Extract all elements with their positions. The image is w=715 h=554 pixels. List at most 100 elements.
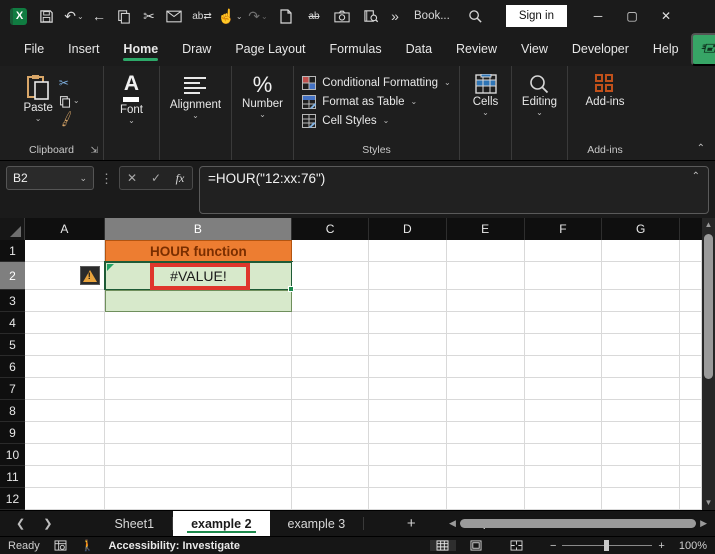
cell-b1[interactable]: HOUR function bbox=[104, 240, 293, 262]
cell-d6[interactable] bbox=[368, 356, 447, 378]
cell-d2[interactable] bbox=[368, 262, 447, 290]
copy-button[interactable]: ⌄ bbox=[59, 94, 80, 108]
email-icon[interactable] bbox=[162, 4, 186, 28]
cell-h10[interactable] bbox=[680, 444, 702, 466]
back-arrow-icon[interactable]: ← bbox=[90, 4, 108, 28]
cell-c11[interactable] bbox=[292, 466, 369, 488]
cell-a5[interactable] bbox=[24, 334, 105, 356]
excel-logo-icon[interactable]: X bbox=[6, 4, 30, 28]
column-header-g[interactable]: G bbox=[602, 218, 681, 240]
cell-d11[interactable] bbox=[368, 466, 447, 488]
cells-button[interactable]: Cells ⌄ bbox=[473, 74, 498, 117]
cell-c12[interactable] bbox=[292, 488, 369, 510]
cell-e4[interactable] bbox=[446, 312, 525, 334]
cell-g1[interactable] bbox=[602, 240, 681, 262]
cell-a6[interactable] bbox=[24, 356, 105, 378]
clipboard-dialog-launcher-icon[interactable]: ⇲ bbox=[90, 145, 98, 156]
cell-g9[interactable] bbox=[602, 422, 681, 444]
find-replace-icon[interactable]: ab⇄ bbox=[190, 4, 214, 28]
cell-a8[interactable] bbox=[24, 400, 105, 422]
cell-b9[interactable] bbox=[104, 422, 293, 444]
cell-f1[interactable] bbox=[524, 240, 603, 262]
save-icon[interactable] bbox=[34, 4, 58, 28]
row-header-2[interactable]: 2 bbox=[0, 262, 25, 290]
cell-g7[interactable] bbox=[602, 378, 681, 400]
cut-icon[interactable]: ✂ bbox=[140, 4, 158, 28]
cell-b3[interactable] bbox=[104, 290, 293, 312]
cell-d7[interactable] bbox=[368, 378, 447, 400]
cell-g11[interactable] bbox=[602, 466, 681, 488]
cell-a2[interactable] bbox=[24, 262, 105, 290]
cell-d4[interactable] bbox=[368, 312, 447, 334]
search-icon[interactable] bbox=[464, 4, 488, 28]
cell-h9[interactable] bbox=[680, 422, 702, 444]
cell-f3[interactable] bbox=[524, 290, 603, 312]
zoom-out-icon[interactable]: − bbox=[550, 540, 556, 552]
cell-f12[interactable] bbox=[524, 488, 603, 510]
column-header-a[interactable]: A bbox=[25, 218, 105, 240]
row-header-9[interactable]: 9 bbox=[0, 422, 25, 444]
cancel-icon[interactable]: ✕ bbox=[120, 171, 144, 185]
accessibility-checker-icon[interactable]: 🚶 bbox=[81, 539, 95, 552]
formula-input[interactable]: =HOUR("12:xx:76") ⌃ bbox=[199, 166, 709, 214]
cell-e6[interactable] bbox=[446, 356, 525, 378]
cell-g5[interactable] bbox=[602, 334, 681, 356]
format-painter-button[interactable]: 🖌 bbox=[57, 110, 80, 128]
cell-a9[interactable] bbox=[24, 422, 105, 444]
cell-d12[interactable] bbox=[368, 488, 447, 510]
cell-b12[interactable] bbox=[104, 488, 293, 510]
row-header-10[interactable]: 10 bbox=[0, 444, 25, 466]
cell-f6[interactable] bbox=[524, 356, 603, 378]
cell-h8[interactable] bbox=[680, 400, 702, 422]
horizontal-scrollbar-thumb[interactable] bbox=[459, 519, 697, 528]
sign-in-button[interactable]: Sign in bbox=[505, 5, 567, 27]
cell-g10[interactable] bbox=[602, 444, 681, 466]
cell-h2[interactable] bbox=[680, 262, 703, 290]
zoom-slider[interactable]: − + bbox=[550, 540, 665, 552]
column-header-partial[interactable] bbox=[680, 218, 702, 240]
select-all-corner[interactable] bbox=[0, 218, 25, 240]
cell-f10[interactable] bbox=[524, 444, 603, 466]
camera-icon[interactable] bbox=[330, 4, 354, 28]
cell-f4[interactable] bbox=[524, 312, 603, 334]
cut-button[interactable]: ✂ bbox=[59, 76, 80, 90]
row-header-1[interactable]: 1 bbox=[0, 240, 25, 262]
cell-g3[interactable] bbox=[602, 290, 681, 312]
cell-styles-button[interactable]: Cell Styles ⌄ bbox=[302, 114, 389, 128]
cell-g8[interactable] bbox=[602, 400, 681, 422]
cell-a11[interactable] bbox=[24, 466, 105, 488]
column-header-b[interactable]: B bbox=[104, 218, 293, 240]
cell-e1[interactable] bbox=[446, 240, 525, 262]
conditional-formatting-button[interactable]: Conditional Formatting ⌄ bbox=[302, 76, 451, 90]
cell-e5[interactable] bbox=[446, 334, 525, 356]
cell-f2[interactable] bbox=[524, 262, 603, 290]
cell-c4[interactable] bbox=[292, 312, 369, 334]
cell-d1[interactable] bbox=[368, 240, 447, 262]
cell-h7[interactable] bbox=[680, 378, 702, 400]
horizontal-scrollbar[interactable]: ◀ ▶ bbox=[449, 516, 707, 531]
paste-button[interactable]: Paste ⌄ bbox=[23, 74, 53, 126]
cell-a3[interactable] bbox=[24, 290, 105, 312]
cell-c9[interactable] bbox=[292, 422, 369, 444]
cell-d5[interactable] bbox=[368, 334, 447, 356]
redo-icon[interactable]: ↷ ⌄ bbox=[246, 4, 270, 28]
cell-d9[interactable] bbox=[368, 422, 447, 444]
next-sheet-icon[interactable]: ❯ bbox=[43, 517, 52, 530]
cell-d10[interactable] bbox=[368, 444, 447, 466]
enter-icon[interactable]: ✓ bbox=[144, 171, 168, 185]
row-header-5[interactable]: 5 bbox=[0, 334, 25, 356]
zoom-level[interactable]: 100% bbox=[679, 540, 707, 552]
sheet-tab-sheet1[interactable]: Sheet1 bbox=[96, 511, 172, 536]
row-header-8[interactable]: 8 bbox=[0, 400, 25, 422]
cell-g6[interactable] bbox=[602, 356, 681, 378]
cell-e3[interactable] bbox=[446, 290, 525, 312]
cell-g12[interactable] bbox=[602, 488, 681, 510]
cell-c7[interactable] bbox=[292, 378, 369, 400]
cell-c3[interactable] bbox=[292, 290, 369, 312]
cell-c8[interactable] bbox=[292, 400, 369, 422]
lookup-book-icon[interactable] bbox=[358, 4, 382, 28]
cell-d8[interactable] bbox=[368, 400, 447, 422]
cell-c5[interactable] bbox=[292, 334, 369, 356]
tab-developer[interactable]: Developer bbox=[560, 35, 641, 64]
cell-c10[interactable] bbox=[292, 444, 369, 466]
